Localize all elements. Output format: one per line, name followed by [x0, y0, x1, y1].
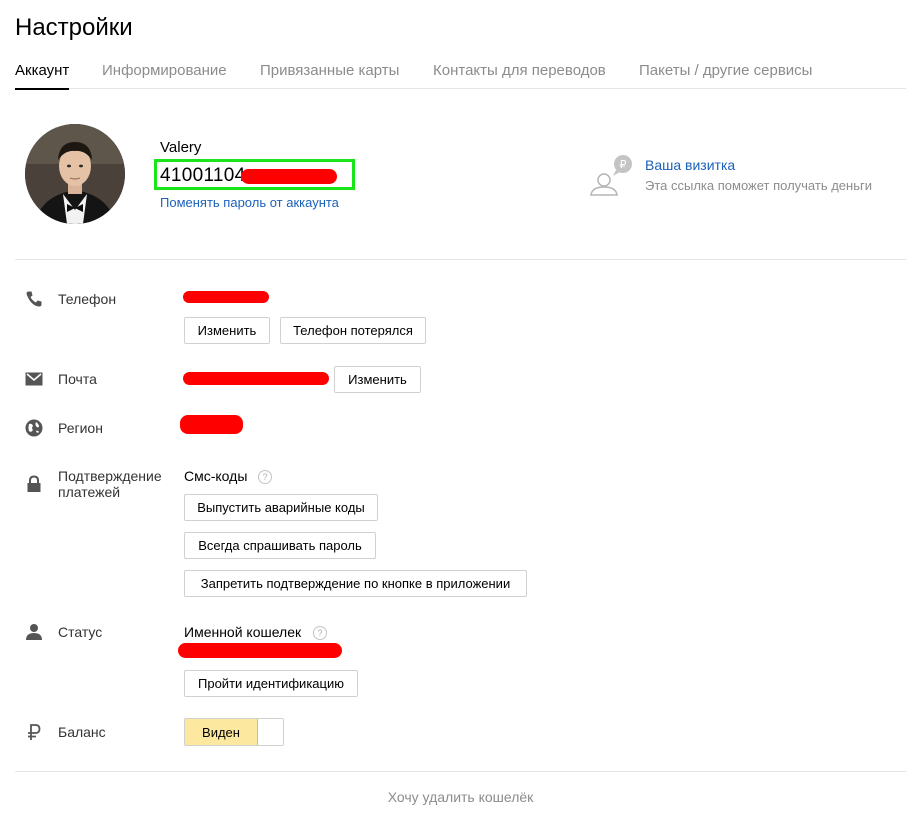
status-label: Статус: [58, 624, 103, 640]
change-phone-button[interactable]: Изменить: [184, 317, 270, 344]
redaction-mark: [183, 372, 329, 385]
payment-confirmation-label: Подтверждение платежей: [58, 468, 162, 500]
tab-transfer-contacts[interactable]: Контакты для переводов: [433, 62, 606, 79]
toggle-state-label: Виден: [185, 719, 258, 745]
person-icon: [25, 623, 43, 641]
help-icon[interactable]: ?: [258, 470, 272, 484]
business-card-link[interactable]: Ваша визитка: [645, 157, 735, 173]
change-password-link[interactable]: Поменять пароль от аккаунта: [160, 195, 339, 210]
tab-bar: Аккаунт Информирование Привязанные карты…: [15, 60, 906, 90]
page-title: Настройки: [15, 14, 133, 41]
redaction-mark: [183, 291, 269, 303]
identification-button[interactable]: Пройти идентификацию: [184, 670, 358, 697]
tab-account[interactable]: Аккаунт: [15, 62, 70, 90]
delete-wallet-link[interactable]: Хочу удалить кошелёк: [0, 789, 921, 805]
phone-icon: [25, 290, 43, 308]
email-label: Почта: [58, 371, 97, 387]
avatar[interactable]: [25, 124, 125, 224]
help-icon[interactable]: ?: [313, 626, 327, 640]
status-value: Именной кошелек: [184, 624, 302, 640]
change-email-button[interactable]: Изменить: [334, 366, 421, 393]
phone-label: Телефон: [58, 291, 117, 307]
svg-text:₽: ₽: [620, 158, 627, 171]
balance-label: Баланс: [58, 724, 106, 740]
emergency-codes-button[interactable]: Выпустить аварийные коды: [184, 494, 378, 521]
lock-icon: [25, 475, 43, 493]
mail-icon: [25, 370, 43, 388]
account-number: 41001104: [160, 165, 246, 186]
toggle-knob[interactable]: [258, 719, 283, 745]
balance-visibility-toggle[interactable]: Виден: [184, 718, 284, 746]
always-ask-password-button[interactable]: Всегда спрашивать пароль: [184, 532, 376, 559]
phone-lost-button[interactable]: Телефон потерялся: [280, 317, 426, 344]
account-number-highlight: 41001104: [154, 159, 355, 190]
ruble-icon: [25, 723, 43, 741]
sms-codes-label: Смс-коды: [184, 468, 248, 484]
globe-icon: [25, 419, 43, 437]
tab-notifications[interactable]: Информирование: [102, 62, 227, 79]
redaction-mark: [241, 169, 337, 184]
bottom-divider: [15, 771, 906, 772]
business-card-hint: Эта ссылка поможет получать деньги: [645, 178, 872, 193]
user-name: Valery: [160, 139, 202, 156]
forbid-app-confirmation-button[interactable]: Запретить подтверждение по кнопке в прил…: [184, 570, 527, 597]
region-label: Регион: [58, 420, 103, 436]
ruble-speech-person-icon: ₽: [588, 154, 636, 198]
profile-divider: [15, 259, 906, 260]
tab-packages[interactable]: Пакеты / другие сервисы: [639, 62, 812, 79]
redaction-mark: [180, 415, 243, 434]
tab-linked-cards[interactable]: Привязанные карты: [260, 62, 399, 79]
redaction-mark: [178, 643, 342, 658]
